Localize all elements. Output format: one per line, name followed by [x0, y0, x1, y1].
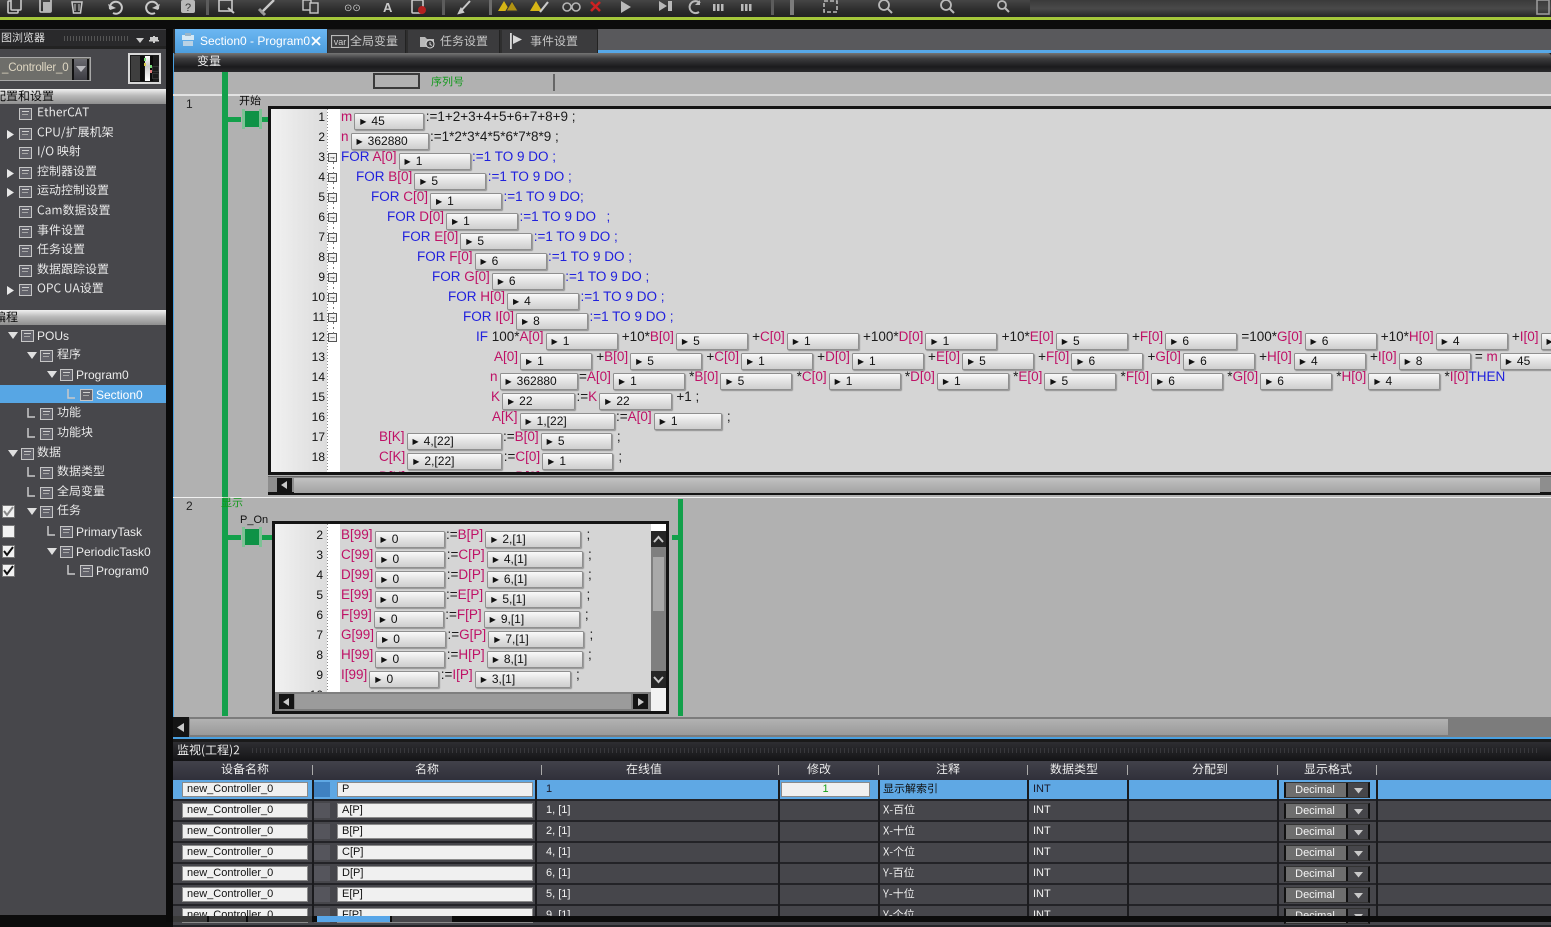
svg-text:var: var — [334, 37, 347, 47]
svg-text:⊙⊙: ⊙⊙ — [344, 3, 361, 14]
svg-text:?: ? — [185, 2, 191, 14]
svg-text:A: A — [383, 0, 393, 15]
